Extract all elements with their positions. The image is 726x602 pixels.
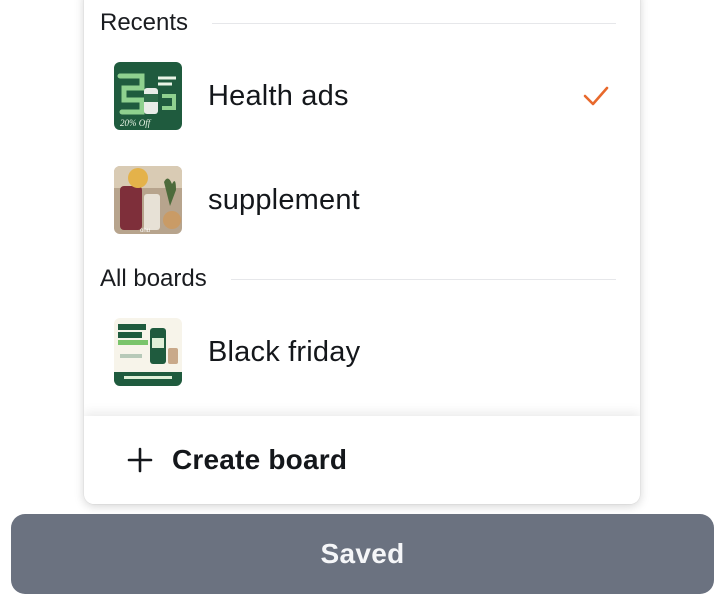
svg-text:20% Off: 20% Off [120,118,152,128]
all-boards-heading: All boards [100,265,207,292]
all-boards-section-header: All boards [100,265,616,292]
checkmark-icon [583,86,609,106]
create-board-button[interactable]: Create board [84,416,640,504]
saved-button[interactable]: Saved [11,514,714,594]
board-thumbnail-supplement: ohu [114,166,182,234]
plus-icon [127,447,153,473]
board-picker-panel: Recents 20% Off Health ads ohu supplemen… [84,0,640,504]
board-row-black-friday[interactable]: Black friday [84,300,640,404]
svg-text:ohu: ohu [140,228,150,234]
recents-heading: Recents [100,9,189,36]
all-boards-divider [230,278,616,280]
create-board-label: Create board [172,444,348,475]
recents-divider [212,22,616,24]
board-label: Health ads [208,79,349,112]
board-thumbnail-health-ads: 20% Off [114,62,182,130]
board-thumbnail-black-friday [114,318,182,386]
board-label: supplement [208,183,360,216]
board-row-health-ads[interactable]: 20% Off Health ads [84,44,640,148]
board-row-supplement[interactable]: ohu supplement [84,148,640,252]
saved-button-label: Saved [320,538,405,569]
board-label: Black friday [208,335,361,368]
recents-section-header: Recents [100,9,616,36]
